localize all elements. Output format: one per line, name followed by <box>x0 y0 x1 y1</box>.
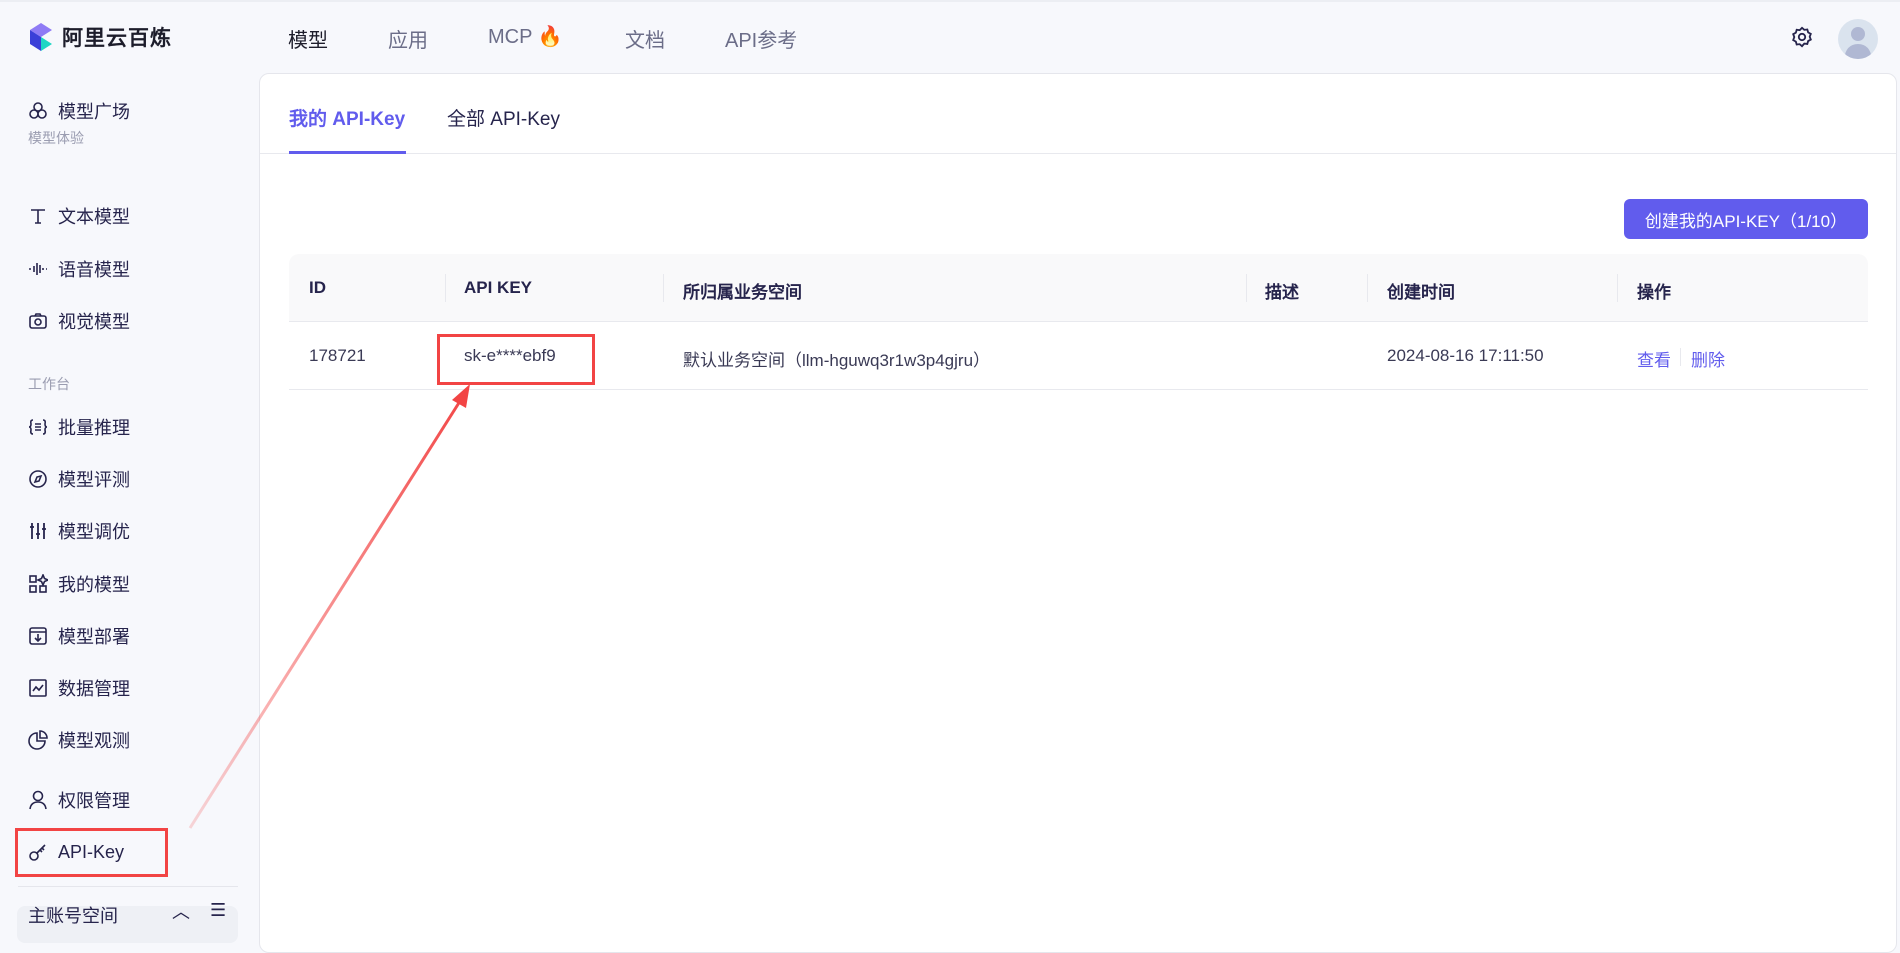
workspace-name: 主账号空间 <box>28 906 118 926</box>
col-actions: 操作 <box>1637 283 1671 302</box>
sidebar-item-label: 数据管理 <box>58 679 130 699</box>
gear-icon[interactable] <box>1791 26 1813 48</box>
sidebar-item-my-models[interactable]: 我的模型 <box>28 569 130 599</box>
main-panel: 我的 API-Key 全部 API-Key 创建我的API-KEY（1/10） … <box>259 73 1897 953</box>
nav-api-ref[interactable]: API参考 <box>725 24 797 53</box>
delete-link[interactable]: 删除 <box>1691 346 1725 371</box>
text-icon <box>31 209 45 224</box>
sidebar-item-label: 模型调优 <box>58 522 130 542</box>
sliders-icon <box>30 523 46 539</box>
col-description: 描述 <box>1265 283 1299 302</box>
sidebar-item-label: 文本模型 <box>58 207 130 227</box>
sidebar-item-label: 权限管理 <box>58 791 130 811</box>
camera-icon <box>29 313 47 329</box>
col-id: ID <box>309 278 326 297</box>
col-separator <box>1367 274 1368 302</box>
top-bar: 阿里云百炼 模型 应用 MCP 🔥 文档 API参考 <box>0 0 1900 72</box>
col-separator <box>663 274 664 302</box>
sidebar-item-vision-model[interactable]: 视觉模型 <box>28 306 130 336</box>
download-box-icon <box>29 627 47 645</box>
tab-bar: 我的 API-Key 全部 API-Key <box>260 74 1896 154</box>
avatar[interactable] <box>1838 19 1878 59</box>
sidebar-item-data[interactable]: 数据管理 <box>28 673 130 703</box>
collapse-menu-icon[interactable]: ☰ <box>210 900 226 921</box>
compass-icon <box>29 470 47 488</box>
sidebar-divider <box>18 886 238 887</box>
sidebar-item-label: 语音模型 <box>58 260 130 280</box>
sidebar-item-label: 模型广场 <box>58 102 130 122</box>
cell-workspace: 默认业务空间（llm-hguwq3r1w3p4gjru） <box>683 351 991 370</box>
nav-app[interactable]: 应用 <box>388 24 428 53</box>
fire-icon: 🔥 <box>537 26 563 48</box>
cell-id: 178721 <box>309 346 366 365</box>
sidebar-item-speech-model[interactable]: 语音模型 <box>28 254 130 284</box>
tab-my-api-key[interactable]: 我的 API-Key <box>289 104 405 131</box>
logo[interactable]: 阿里云百炼 <box>28 22 172 52</box>
sidebar-item-label: 批量推理 <box>58 418 130 438</box>
section-model-experience: 模型体验 <box>28 130 84 146</box>
pie-icon <box>28 730 48 750</box>
col-workspace: 所归属业务空间 <box>683 283 802 302</box>
sidebar-item-label: 视觉模型 <box>58 312 130 332</box>
view-link[interactable]: 查看 <box>1637 346 1671 371</box>
annotation-box-sidebar <box>15 828 168 877</box>
tab-active-indicator <box>289 151 406 154</box>
section-workbench: 工作台 <box>28 376 70 392</box>
sidebar-item-label: 模型部署 <box>58 627 130 647</box>
grid-icon <box>29 574 48 593</box>
sidebar-item-label: 模型评测 <box>58 470 130 490</box>
sidebar-item-label: 我的模型 <box>58 575 130 595</box>
sidebar-item-deploy[interactable]: 模型部署 <box>28 621 130 651</box>
nav-mcp[interactable]: MCP 🔥 <box>488 24 563 49</box>
sidebar-item-permissions[interactable]: 权限管理 <box>28 785 130 815</box>
sidebar-item-fine-tune[interactable]: 模型调优 <box>28 516 130 546</box>
nav-model[interactable]: 模型 <box>288 24 328 53</box>
col-api-key: API KEY <box>464 278 533 297</box>
sidebar-item-observe[interactable]: 模型观测 <box>28 725 130 755</box>
action-separator <box>1680 348 1681 366</box>
sidebar-item-label: 模型观测 <box>58 731 130 751</box>
user-icon <box>29 790 47 810</box>
col-created: 创建时间 <box>1387 283 1455 302</box>
sidebar: 模型广场 模型体验 文本模型 语音模型 视觉模型 工作台 批量推理 模型评测 模… <box>0 72 258 943</box>
braces-icon <box>28 419 48 435</box>
annotation-box-api-key <box>437 334 595 385</box>
table-header: ID API KEY 所归属业务空间 描述 创建时间 操作 <box>289 254 1868 322</box>
sidebar-item-model-square[interactable]: 模型广场 <box>28 96 130 126</box>
col-separator <box>1617 274 1618 302</box>
waveform-icon <box>29 263 47 275</box>
model-square-icon <box>29 102 47 119</box>
logo-mark-icon <box>30 23 52 51</box>
nav-mcp-label: MCP <box>488 26 533 48</box>
cell-created: 2024-08-16 17:11:50 <box>1387 346 1544 365</box>
workspace-switcher[interactable]: 主账号空间 <box>28 902 118 928</box>
sidebar-item-batch-inference[interactable]: 批量推理 <box>28 412 130 442</box>
tab-all-api-key[interactable]: 全部 API-Key <box>447 104 560 131</box>
nav-docs[interactable]: 文档 <box>625 24 665 53</box>
sidebar-item-model-eval[interactable]: 模型评测 <box>28 464 130 494</box>
sidebar-item-text-model[interactable]: 文本模型 <box>28 201 130 231</box>
brand-name: 阿里云百炼 <box>62 27 172 50</box>
create-api-key-button[interactable]: 创建我的API-KEY（1/10） <box>1624 199 1868 239</box>
chevron-up-icon[interactable]: ︿ <box>172 898 190 924</box>
col-separator <box>445 274 446 302</box>
chart-icon <box>29 679 47 697</box>
col-separator <box>1246 274 1247 302</box>
